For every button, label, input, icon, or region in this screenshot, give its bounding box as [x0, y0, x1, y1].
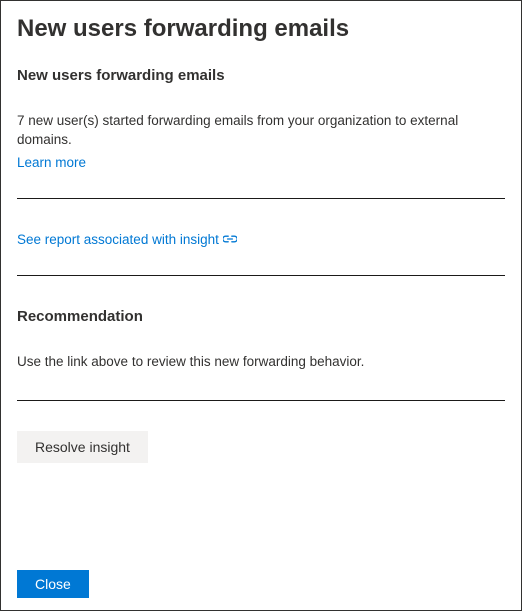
learn-more-link[interactable]: Learn more — [17, 155, 86, 170]
page-title: New users forwarding emails — [17, 15, 505, 43]
recommendation-heading: Recommendation — [17, 308, 505, 325]
divider — [17, 275, 505, 276]
insight-description: 7 new user(s) started forwarding emails … — [17, 112, 505, 150]
divider — [17, 198, 505, 199]
see-report-label: See report associated with insight — [17, 232, 219, 247]
link-icon — [223, 233, 237, 245]
resolve-insight-button[interactable]: Resolve insight — [17, 431, 148, 463]
insight-heading: New users forwarding emails — [17, 67, 505, 84]
divider — [17, 400, 505, 401]
recommendation-text: Use the link above to review this new fo… — [17, 353, 505, 372]
close-button[interactable]: Close — [17, 570, 89, 598]
see-report-link[interactable]: See report associated with insight — [17, 232, 237, 247]
